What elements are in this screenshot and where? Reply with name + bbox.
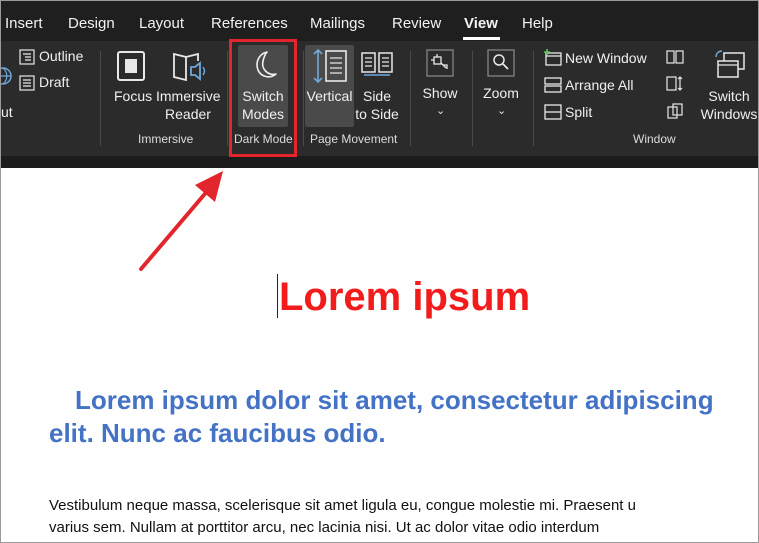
tab-mailings[interactable]: Mailings	[310, 15, 365, 33]
outline-label: Outline	[39, 48, 84, 64]
immersive-reader-label-2: Reader	[165, 106, 211, 122]
outline-icon	[19, 49, 35, 65]
ribbon-separator	[100, 51, 101, 146]
text-cursor	[277, 274, 278, 318]
tab-help[interactable]: Help	[522, 15, 553, 33]
draft-button[interactable]: Draft	[17, 73, 79, 93]
immersive-reader-label-1: Immersive	[156, 88, 221, 104]
word-window: Insert Design Layout References Mailings…	[0, 0, 759, 543]
split-button[interactable]: Split	[541, 101, 601, 123]
draft-label: Draft	[39, 74, 70, 90]
group-label-immersive: Immersive	[138, 132, 194, 146]
red-arrow-icon	[139, 171, 223, 271]
vertical-label: Vertical	[306, 88, 353, 104]
zoom-label: Zoom	[483, 85, 519, 101]
vertical-button[interactable]: Vertical	[305, 45, 354, 127]
view-side-by-side-icon[interactable]	[665, 49, 685, 65]
arrange-all-icon	[544, 77, 562, 93]
immersive-reader-button[interactable]: Immersive Reader	[156, 45, 221, 125]
switch-windows-button[interactable]: Switch Windows	[699, 45, 758, 125]
show-icon	[426, 49, 454, 77]
group-label-window: Window	[633, 132, 676, 146]
chevron-down-icon: ⌄	[497, 105, 507, 117]
zoom-button[interactable]: Zoom ⌄	[480, 45, 522, 125]
document-title[interactable]: Lorem ipsum	[279, 274, 530, 320]
switch-windows-icon	[715, 50, 745, 78]
new-window-label: New Window	[565, 50, 647, 66]
document-body[interactable]: Vestibulum neque massa, scelerisque sit …	[49, 495, 758, 539]
switch-windows-label-2: Windows	[700, 106, 758, 122]
focus-icon	[117, 51, 145, 81]
arrange-all-label: Arrange All	[565, 77, 634, 93]
outline-button[interactable]: Outline	[17, 47, 87, 67]
ribbon-tab-bar: Insert Design Layout References Mailings…	[1, 1, 758, 41]
ribbon-separator	[227, 51, 228, 146]
switch-windows-label-1: Switch	[708, 88, 750, 104]
document-heading[interactable]: Lorem ipsum dolor sit amet, consectetur …	[49, 384, 749, 450]
synchronous-scrolling-icon[interactable]	[665, 75, 685, 93]
ribbon-bottom-edge	[1, 156, 758, 168]
split-label: Split	[565, 104, 593, 120]
side-to-side-label-1: Side	[362, 88, 392, 104]
magnifier-icon	[487, 49, 515, 77]
focus-button[interactable]: Focus	[109, 45, 153, 125]
side-to-side-button[interactable]: Side to Side	[355, 45, 399, 125]
new-window-button[interactable]: New Window	[541, 47, 649, 69]
ribbon-separator	[410, 51, 411, 146]
tab-insert[interactable]: Insert	[5, 15, 43, 33]
focus-label: Focus	[114, 88, 153, 104]
tab-references[interactable]: References	[211, 15, 288, 33]
ribbon-separator	[533, 51, 534, 146]
globe-icon	[1, 67, 12, 85]
group-label-page-movement: Page Movement	[310, 132, 398, 146]
show-button[interactable]: Show ⌄	[419, 45, 461, 125]
side-to-side-icon	[361, 52, 393, 76]
vertical-page-icon	[313, 48, 347, 84]
show-label: Show	[422, 85, 458, 101]
active-tab-indicator	[463, 37, 500, 40]
side-to-side-label-2: to Side	[355, 106, 399, 122]
arrange-all-button[interactable]: Arrange All	[541, 74, 641, 96]
ribbon-separator	[303, 51, 304, 146]
body-line: varius sem. Nullam at porttitor arcu, ne…	[49, 519, 600, 536]
tab-layout[interactable]: Layout	[139, 15, 184, 33]
views-partial-label: ut	[1, 104, 13, 120]
reset-window-position-icon[interactable]	[665, 102, 685, 120]
new-window-icon	[544, 49, 562, 66]
split-icon	[544, 104, 562, 120]
ribbon-separator	[472, 51, 473, 146]
tab-view[interactable]: View	[464, 15, 498, 33]
draft-icon	[19, 75, 35, 91]
tab-design[interactable]: Design	[68, 15, 115, 33]
immersive-reader-icon	[173, 52, 206, 82]
body-line: Vestibulum neque massa, scelerisque sit …	[49, 497, 636, 514]
tab-review[interactable]: Review	[392, 15, 441, 33]
highlight-box	[229, 39, 297, 157]
chevron-down-icon: ⌄	[436, 105, 446, 117]
